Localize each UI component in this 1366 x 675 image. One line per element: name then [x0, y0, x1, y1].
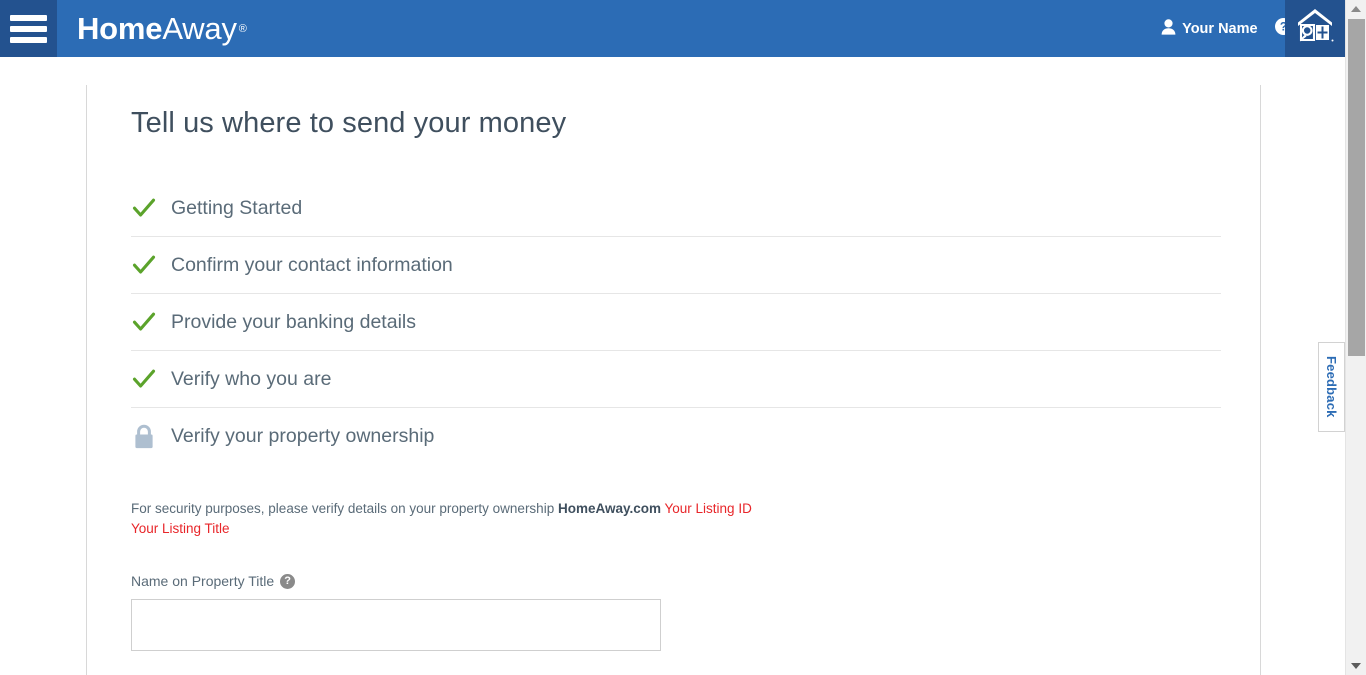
onboarding-checklist: Getting Started Confirm your contact inf…: [131, 180, 1221, 465]
content-panel-inner: Tell us where to send your money Getting…: [87, 85, 1260, 651]
account-menu-button[interactable]: Your Name: [1161, 18, 1258, 39]
checklist-item-getting-started[interactable]: Getting Started: [131, 180, 1221, 237]
security-note-lead: For security purposes, please verify det…: [131, 501, 558, 516]
brand-wordmark: HomeAway: [77, 13, 237, 44]
hamburger-bar-1: [10, 14, 47, 21]
homeaway-house-logo-button[interactable]: [1285, 0, 1345, 57]
scroll-down-arrow-icon[interactable]: [1346, 657, 1366, 675]
feedback-label: Feedback: [1324, 356, 1339, 418]
name-on-property-title-group: Name on Property Title ?: [131, 573, 1216, 651]
checklist-item-label: Provide your banking details: [171, 310, 416, 333]
homeaway-house-logo-icon: [1294, 6, 1336, 51]
checklist-item-label: Getting Started: [171, 196, 303, 219]
check-icon: [131, 367, 171, 391]
checklist-item-verify-identity[interactable]: Verify who you are: [131, 351, 1221, 408]
security-note-listing-title: Your Listing Title: [131, 521, 230, 536]
checklist-item-banking-details[interactable]: Provide your banking details: [131, 294, 1221, 351]
security-verification-note: For security purposes, please verify det…: [131, 499, 851, 539]
content-panel: Tell us where to send your money Getting…: [86, 85, 1261, 675]
page-title: Tell us where to send your money: [131, 107, 567, 139]
name-on-property-title-input[interactable]: [131, 599, 661, 651]
hamburger-bar-3: [10, 36, 47, 43]
brand-home-text: Home: [77, 11, 163, 46]
checklist-item-label: Confirm your contact information: [171, 253, 453, 276]
homeaway-brand-logo[interactable]: HomeAway ®: [57, 0, 247, 57]
lock-icon: [131, 423, 171, 451]
checklist-item-label: Verify your property ownership: [171, 425, 435, 447]
security-note-site: HomeAway.com: [557, 501, 661, 516]
page-root: HomeAway ® Your Name ? Feedback Tell us …: [0, 0, 1366, 675]
help-circle-icon[interactable]: ?: [280, 573, 296, 589]
check-icon: [131, 196, 171, 220]
scrollbar-thumb[interactable]: [1348, 19, 1365, 356]
security-note-listing-id: Your Listing ID: [664, 501, 752, 516]
top-navigation-bar: HomeAway ® Your Name ?: [0, 0, 1345, 57]
check-icon: [131, 253, 171, 277]
checklist-item-confirm-contact[interactable]: Confirm your contact information: [131, 237, 1221, 294]
hamburger-menu-button[interactable]: [0, 0, 57, 57]
feedback-tab-button[interactable]: Feedback: [1318, 342, 1345, 432]
header-spacer: [247, 0, 1161, 57]
user-icon: [1161, 18, 1176, 39]
name-on-property-title-label-row: Name on Property Title ?: [131, 573, 1216, 589]
checklist-item-label: Verify who you are: [171, 367, 332, 390]
scroll-up-arrow-icon[interactable]: [1346, 0, 1366, 18]
check-icon: [131, 310, 171, 334]
checklist-item-verify-property-ownership[interactable]: Verify your property ownership: [131, 408, 1221, 465]
hamburger-bar-2: [10, 25, 47, 32]
brand-registered-mark: ®: [238, 22, 247, 35]
name-on-property-title-label: Name on Property Title: [131, 573, 275, 589]
brand-away-text: Away: [162, 11, 237, 46]
account-label: Your Name: [1182, 20, 1258, 37]
vertical-scrollbar[interactable]: [1345, 0, 1366, 675]
